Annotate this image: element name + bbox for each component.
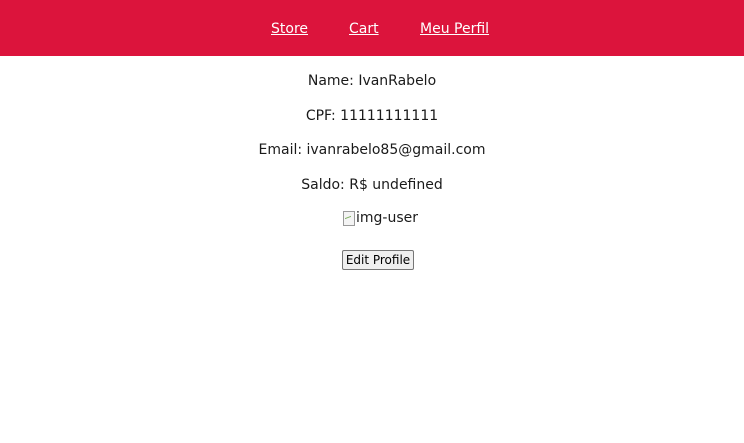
navbar: Store Cart Meu Perfil bbox=[0, 0, 744, 56]
profile-saldo: Saldo: R$ undefined bbox=[301, 177, 443, 193]
nav-link-cart[interactable]: Cart bbox=[349, 19, 379, 39]
nav-link-meu-perfil[interactable]: Meu Perfil bbox=[420, 19, 489, 39]
edit-profile-button[interactable]: Edit Profile bbox=[342, 250, 414, 270]
profile-name: Name: IvanRabelo bbox=[307, 73, 437, 89]
broken-image-icon bbox=[342, 210, 356, 226]
profile-email: Email: ivanrabelo85@gmail.com bbox=[258, 142, 486, 158]
profile-cpf: CPF: 11111111111 bbox=[305, 108, 439, 124]
nav-link-store[interactable]: Store bbox=[271, 19, 308, 39]
user-avatar-image: img-user bbox=[342, 208, 418, 228]
user-avatar-alt-text: img-user bbox=[356, 210, 419, 226]
